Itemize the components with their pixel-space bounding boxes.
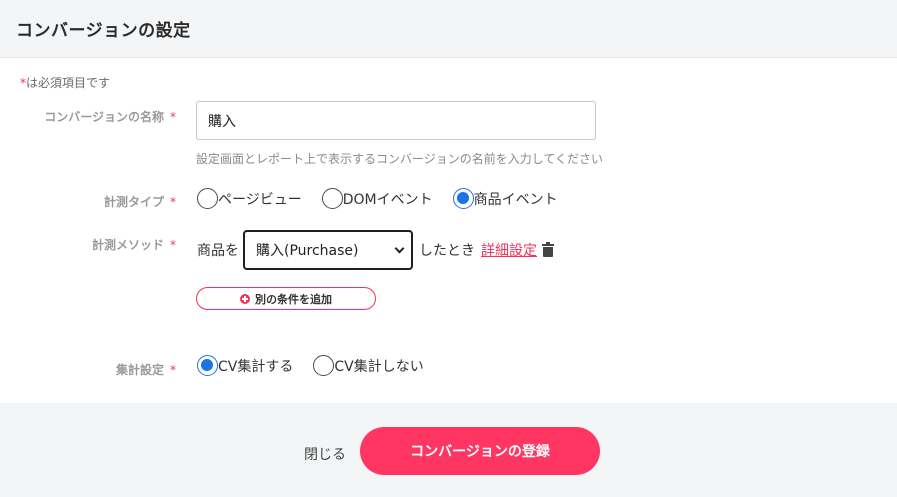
aggregate-radio-group: CV集計する CV集計しない bbox=[197, 355, 444, 376]
event-select-value: 購入(Purchase) bbox=[256, 243, 359, 259]
radio-label: ページビュー bbox=[218, 191, 302, 208]
detail-settings-link[interactable]: 詳細設定 bbox=[481, 240, 537, 260]
required-note: *は必須項目です bbox=[20, 74, 110, 91]
aggregate-label-text: 集計設定 bbox=[115, 363, 164, 377]
radio-circle[interactable] bbox=[313, 355, 335, 376]
radio-dom-event[interactable]: DOMイベント bbox=[321, 188, 433, 209]
trash-icon[interactable] bbox=[542, 242, 554, 257]
close-button[interactable]: 閉じる bbox=[304, 444, 346, 464]
required-mark: * bbox=[170, 195, 176, 209]
name-help-text: 設定画面とレポート上で表示するコンバージョンの名前を入力してください bbox=[196, 152, 604, 166]
event-select[interactable]: 購入(Purchase) bbox=[243, 230, 413, 270]
chevron-down-icon bbox=[394, 243, 405, 253]
aggregate-label: 集計設定 * bbox=[116, 361, 176, 378]
name-label-text: コンバージョンの名称 bbox=[44, 110, 164, 124]
modal-title: コンバージョンの設定 bbox=[16, 21, 191, 41]
plus-circle-icon bbox=[240, 293, 250, 304]
register-conversion-button[interactable]: コンバージョンの登録 bbox=[360, 427, 600, 475]
measure-type-radio-group: ページビュー DOMイベント 商品イベント bbox=[197, 188, 578, 209]
add-condition-label: 別の条件を追加 bbox=[255, 292, 332, 306]
method-suffix: したとき bbox=[419, 243, 475, 259]
modal-header: コンバージョンの設定 bbox=[0, 0, 897, 58]
required-mark: * bbox=[170, 363, 176, 377]
required-note-text: は必須項目です bbox=[26, 76, 111, 90]
radio-product-event[interactable]: 商品イベント bbox=[452, 188, 558, 209]
measure-method-row: 商品を 購入(Purchase) したとき 詳細設定 bbox=[197, 230, 554, 270]
radio-label: CV集計する bbox=[218, 358, 294, 375]
radio-circle[interactable] bbox=[321, 188, 343, 209]
radio-circle[interactable] bbox=[197, 188, 218, 209]
radio-label: DOMイベント bbox=[342, 191, 433, 208]
required-mark: * bbox=[170, 110, 176, 124]
register-conversion-label: コンバージョンの登録 bbox=[410, 444, 550, 460]
radio-circle[interactable] bbox=[452, 188, 474, 209]
measure-method-label-text: 計測メソッド bbox=[91, 238, 164, 252]
add-condition-button[interactable]: 別の条件を追加 bbox=[196, 287, 376, 310]
measure-method-label: 計測メソッド * bbox=[92, 236, 176, 253]
method-prefix: 商品を bbox=[197, 243, 239, 259]
radio-cv-no-aggregate[interactable]: CV集計しない bbox=[313, 355, 424, 376]
required-mark: * bbox=[170, 238, 176, 252]
conversion-name-input[interactable] bbox=[196, 101, 596, 140]
radio-page-view[interactable]: ページビュー bbox=[197, 188, 302, 209]
measure-type-label: 計測タイプ * bbox=[104, 193, 176, 210]
measure-type-label-text: 計測タイプ bbox=[103, 195, 164, 209]
radio-cv-aggregate[interactable]: CV集計する bbox=[197, 355, 293, 376]
radio-circle[interactable] bbox=[197, 355, 218, 376]
name-label: コンバージョンの名称 * bbox=[44, 108, 176, 125]
radio-label: CV集計しない bbox=[334, 358, 424, 375]
radio-label: 商品イベント bbox=[473, 191, 558, 208]
